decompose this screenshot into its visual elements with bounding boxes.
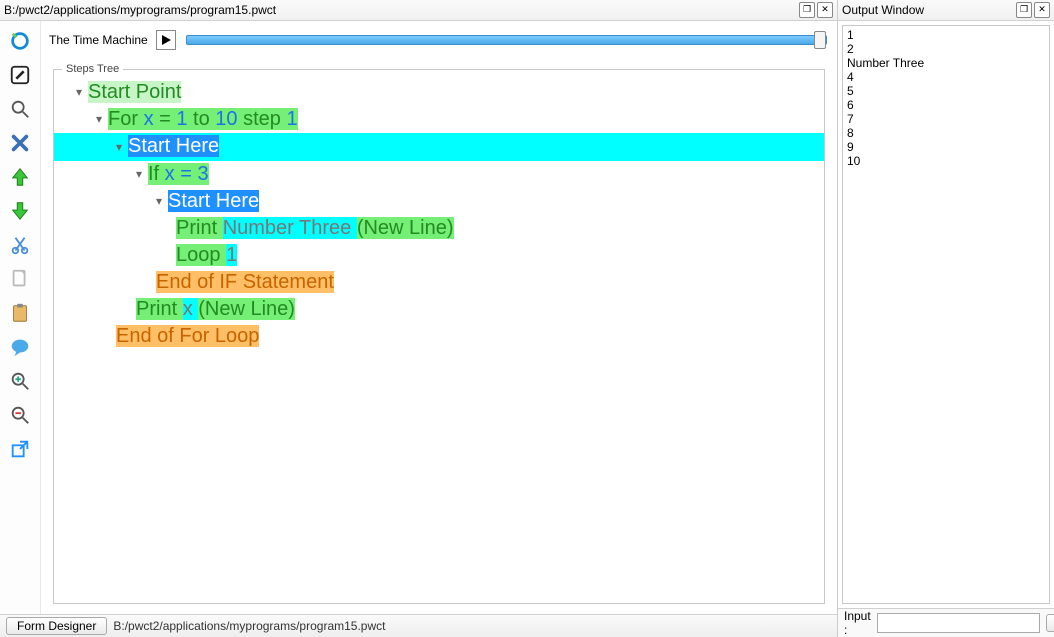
send-button[interactable]: Send [1046, 614, 1054, 632]
popout-icon[interactable] [6, 435, 34, 463]
refresh-icon[interactable] [6, 27, 34, 55]
step-start-point[interactable]: ▾Start Point [54, 79, 824, 106]
output-restore-button[interactable]: ❐ [1016, 2, 1032, 18]
step-end-for[interactable]: End of For Loop [54, 323, 824, 350]
step-for[interactable]: ▾For x = 1 to 10 step 1 [54, 106, 824, 133]
step-start-here-2[interactable]: ▾Start Here [54, 188, 824, 215]
output-title: Output Window [842, 3, 1016, 17]
output-titlebar: Output Window ❐ ✕ [838, 0, 1054, 21]
step-loop[interactable]: Loop 1 [54, 242, 824, 269]
time-machine-label: The Time Machine [49, 33, 148, 47]
move-down-icon[interactable] [6, 197, 34, 225]
output-textarea[interactable]: 1 2 Number Three 4 5 6 7 8 9 10 [842, 25, 1050, 604]
step-if[interactable]: ▾If x = 3 [54, 161, 824, 188]
time-machine-play-icon[interactable] [156, 30, 176, 50]
output-input-label: Input : [844, 609, 871, 637]
comment-icon[interactable] [6, 333, 34, 361]
status-bar: Form Designer B:/pwct2/applications/mypr… [0, 614, 837, 637]
form-designer-button[interactable]: Form Designer [6, 617, 107, 635]
main-pane: B:/pwct2/applications/myprograms/program… [0, 0, 838, 637]
main-restore-button[interactable]: ❐ [799, 2, 815, 18]
move-up-icon[interactable] [6, 163, 34, 191]
edit-icon[interactable] [6, 61, 34, 89]
time-machine-slider[interactable] [186, 35, 827, 45]
step-print-1[interactable]: Print Number Three (New Line) [54, 215, 824, 242]
step-start-here-1[interactable]: ▾Start Here [54, 133, 824, 160]
main-titlebar: B:/pwct2/applications/myprograms/program… [0, 0, 837, 21]
output-input-bar: Input : Send [838, 608, 1054, 637]
step-print-2[interactable]: Print x (New Line) [54, 296, 824, 323]
search-icon[interactable] [6, 95, 34, 123]
zoom-out-icon[interactable] [6, 401, 34, 429]
delete-icon[interactable] [6, 129, 34, 157]
output-pane: Output Window ❐ ✕ 1 2 Number Three 4 5 6… [838, 0, 1054, 637]
steps-tree-legend: Steps Tree [62, 63, 123, 75]
output-close-button[interactable]: ✕ [1034, 2, 1050, 18]
step-end-if[interactable]: End of IF Statement [54, 269, 824, 296]
steps-tree[interactable]: Steps Tree ▾Start Point ▾For x = 1 to 10… [53, 63, 825, 604]
status-path: B:/pwct2/applications/myprograms/program… [113, 619, 385, 633]
content-column: The Time Machine Steps Tree ▾Start Point [41, 21, 837, 614]
main-close-button[interactable]: ✕ [817, 2, 833, 18]
output-input-field[interactable] [877, 613, 1040, 633]
zoom-in-icon[interactable] [6, 367, 34, 395]
main-title: B:/pwct2/applications/myprograms/program… [4, 3, 799, 17]
paste-icon[interactable] [6, 299, 34, 327]
cut-icon[interactable] [6, 231, 34, 259]
time-machine-bar: The Time Machine [41, 21, 837, 59]
vertical-toolbar [0, 21, 41, 614]
copy-icon[interactable] [6, 265, 34, 293]
